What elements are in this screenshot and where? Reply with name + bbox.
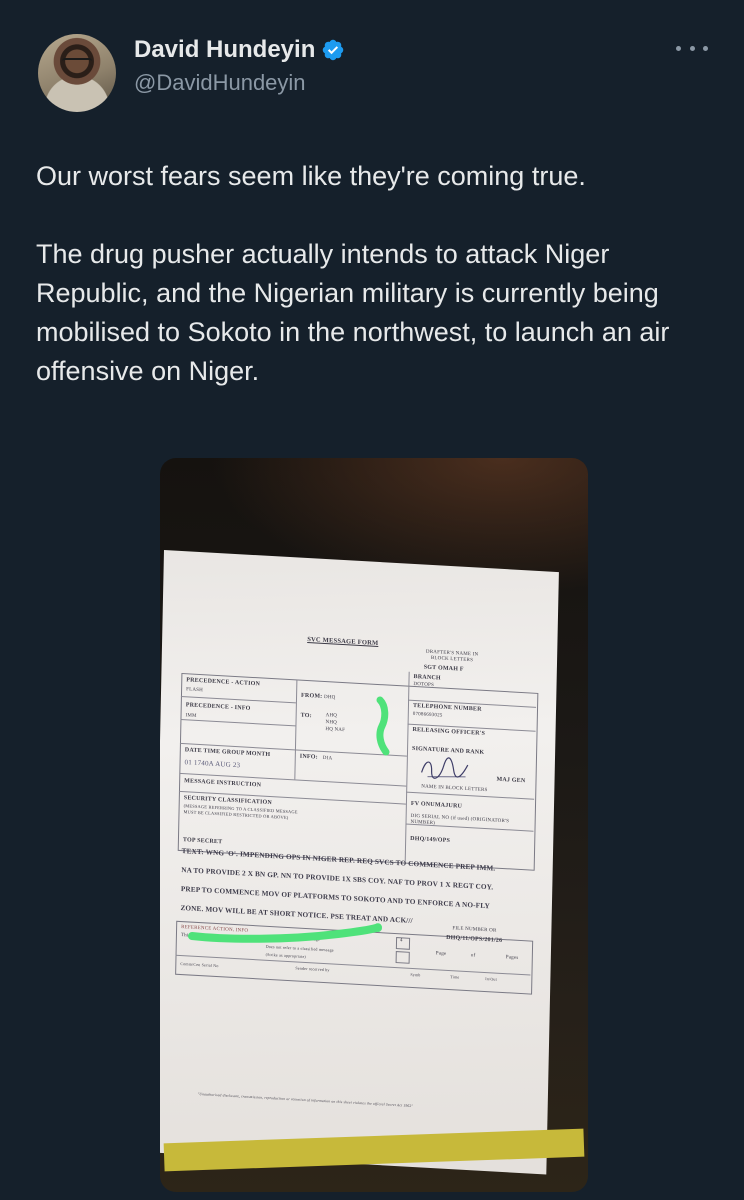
author-display-name[interactable]: David Hundeyin (134, 36, 315, 64)
doc-to-label: TO: (300, 712, 312, 720)
doc-to-value-2: NHQ (325, 720, 338, 726)
doc-checkbox-2 (395, 951, 410, 964)
doc-drafter-label: DRAFTER'S NAME IN BLOCK LETTERS (425, 649, 479, 664)
doc-header-table (177, 673, 539, 871)
doc-drafter-name: SGT OMAH F (423, 664, 464, 673)
doc-signature-scribble (421, 757, 469, 779)
tweet-paragraph-1: Our worst fears seem like they're coming… (36, 161, 586, 191)
tweet-paragraph-2: The drug pusher actually intends to atta… (36, 239, 670, 386)
highlight-mark-vertical (376, 696, 390, 756)
doc-time-label: Time (450, 974, 460, 980)
doc-footer-notice: "Unauthorised disclosure, transmission, … (197, 1092, 414, 1109)
verified-badge-icon (323, 39, 344, 61)
doc-symbol-label: Symb (410, 971, 421, 978)
doc-page-label: Page (435, 951, 447, 957)
author-name-row[interactable]: David Hundeyin (134, 34, 345, 66)
author-avatar[interactable] (38, 34, 116, 112)
doc-branch-label: BRANCH (413, 673, 441, 682)
tweet-card: David Hundeyin @DavidHundeyin Our worst … (0, 0, 744, 1200)
doc-file-number-label: FILE NUMBER OR (452, 926, 497, 934)
doc-branch-value: DOTOPS (413, 681, 435, 689)
tweet-photo[interactable]: SVC MESSAGE FORM DRAFTER'S NAME IN BLOCK… (160, 458, 588, 1192)
avatar-glasses (62, 58, 92, 68)
doc-to-value-3: HQ NAF (325, 727, 346, 734)
doc-form-title: SVC MESSAGE FORM (307, 636, 379, 647)
doc-from-value: DHQ (324, 694, 336, 701)
more-options-icon[interactable] (676, 36, 708, 60)
doc-of-label: of (470, 953, 476, 959)
author-handle[interactable]: @DavidHundeyin (134, 70, 306, 96)
highlight-mark-horizontal (188, 923, 382, 943)
doc-box-value: 4 (399, 938, 403, 944)
document-paper: SVC MESSAGE FORM DRAFTER'S NAME IN BLOCK… (160, 550, 559, 1175)
doc-precedence-info-value: IMM (185, 713, 197, 719)
doc-to-value-1: AHQ (325, 713, 338, 719)
doc-pages-label: Pages (505, 955, 519, 961)
doc-info-value: DIA (322, 755, 333, 762)
doc-precedence-action-value: FLASH (186, 687, 203, 694)
doc-from-label: FROM: (301, 692, 323, 700)
doc-in-out-label: In/Out (485, 976, 498, 982)
tweet-text: Our worst fears seem like they're coming… (36, 157, 716, 391)
doc-info-label: INFO: (299, 753, 318, 761)
